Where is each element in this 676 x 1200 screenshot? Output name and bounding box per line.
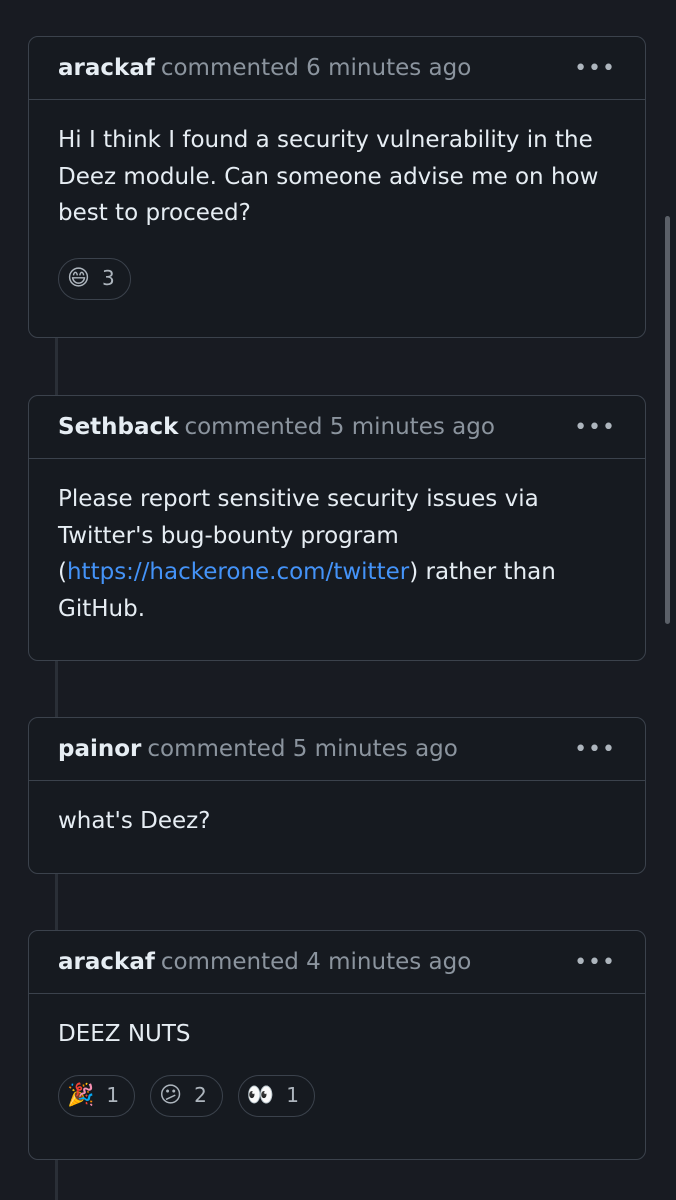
comment-header: Sethback commented 5 minutes ago •••: [29, 396, 645, 459]
timeline-connector: [55, 873, 58, 931]
more-options-icon[interactable]: •••: [574, 737, 616, 762]
timeline-connector: [55, 1159, 58, 1200]
more-options-icon[interactable]: •••: [574, 56, 616, 81]
hackerone-link[interactable]: https://hackerone.com/twitter: [67, 559, 409, 585]
comment-author[interactable]: arackaf: [58, 55, 155, 81]
comment-header: painor commented 5 minutes ago •••: [29, 718, 645, 781]
comment-text: Hi I think I found a security vulnerabil…: [58, 127, 599, 226]
timeline-connector: [55, 338, 58, 396]
comment-card: painor commented 5 minutes ago ••• what'…: [28, 717, 646, 874]
reaction-button[interactable]: 👀 1: [237, 1074, 315, 1117]
party-popper-emoji-icon: 🎉: [67, 1082, 95, 1108]
comment-timestamp[interactable]: commented 5 minutes ago: [184, 414, 494, 440]
comment-timestamp[interactable]: commented 6 minutes ago: [161, 55, 471, 81]
grinning-face-emoji-icon: 😄: [67, 265, 90, 291]
reactions-bar: 😄 3: [58, 257, 616, 300]
reaction-count: 1: [286, 1083, 299, 1108]
more-options-icon[interactable]: •••: [574, 415, 616, 440]
reaction-count: 2: [194, 1083, 207, 1108]
reactions-bar: 🎉 1 😕 2 👀 1: [58, 1074, 616, 1117]
reaction-count: 1: [106, 1083, 120, 1108]
timeline-connector: [55, 660, 58, 718]
comment-header: arackaf commented 4 minutes ago •••: [29, 931, 645, 994]
comment-body: Hi I think I found a security vulnerabil…: [29, 100, 645, 324]
confused-face-emoji-icon: 😕: [159, 1082, 183, 1108]
reaction-count: 3: [101, 266, 115, 291]
reaction-button[interactable]: 😄 3: [58, 257, 131, 300]
comment-author[interactable]: painor: [58, 736, 141, 762]
comment-text: Please report sensitive security issues …: [58, 481, 616, 627]
comment-body: what's Deez?: [29, 781, 645, 864]
comment-card: arackaf commented 6 minutes ago ••• Hi I…: [28, 36, 646, 338]
comment-body: Please report sensitive security issues …: [29, 459, 645, 651]
comment-header: arackaf commented 6 minutes ago •••: [29, 37, 645, 100]
comment-body: DEEZ NUTS 🎉 1 😕 2 👀 1: [29, 994, 645, 1141]
scrollbar[interactable]: [665, 216, 670, 624]
comment-card: Sethback commented 5 minutes ago ••• Ple…: [28, 395, 646, 661]
more-options-icon[interactable]: •••: [574, 950, 616, 975]
reaction-button[interactable]: 🎉 1: [58, 1074, 136, 1117]
comment-author[interactable]: arackaf: [58, 949, 155, 975]
comment-timestamp[interactable]: commented 4 minutes ago: [161, 949, 471, 975]
reaction-button[interactable]: 😕 2: [150, 1074, 223, 1117]
comment-text: DEEZ NUTS: [58, 1021, 191, 1047]
comment-timestamp[interactable]: commented 5 minutes ago: [147, 736, 457, 762]
comment-text: what's Deez?: [58, 808, 211, 834]
comment-card: arackaf commented 4 minutes ago ••• DEEZ…: [28, 930, 646, 1160]
comment-author[interactable]: Sethback: [58, 414, 178, 440]
eyes-emoji-icon: 👀: [246, 1082, 275, 1108]
